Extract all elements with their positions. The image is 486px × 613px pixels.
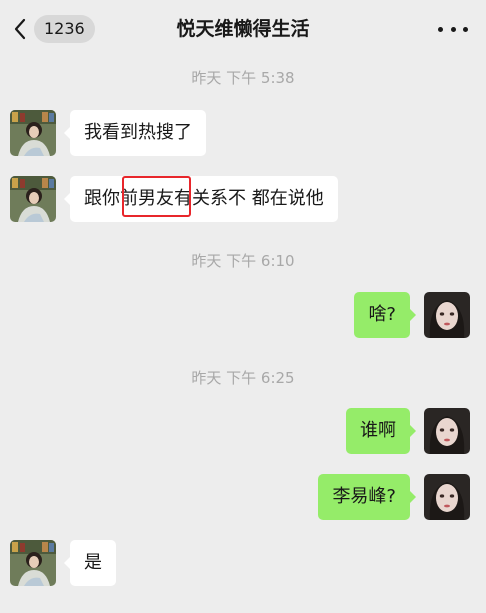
message-bubble-received[interactable]: 我看到热搜了 <box>64 110 206 156</box>
timestamp: 昨天 下午 6:25 <box>191 369 295 387</box>
message-bubble-sent[interactable]: 谁啊 <box>346 408 416 454</box>
message-bubble-received[interactable]: 是 <box>64 540 116 586</box>
contact-avatar[interactable] <box>10 540 56 586</box>
more-options-icon[interactable] <box>438 18 468 40</box>
message-bubble-sent[interactable]: 啥? <box>354 292 416 338</box>
highlight-annotation-box <box>122 176 191 217</box>
message-bubble-sent[interactable]: 李易峰? <box>318 474 416 520</box>
self-avatar[interactable] <box>424 474 470 520</box>
chat-title: 悦天维懒得生活 <box>176 18 310 40</box>
contact-avatar[interactable] <box>10 110 56 156</box>
self-avatar[interactable] <box>424 292 470 338</box>
timestamp: 昨天 下午 5:38 <box>191 69 295 87</box>
self-avatar[interactable] <box>424 408 470 454</box>
timestamp: 昨天 下午 6:10 <box>191 252 295 270</box>
chat-header: 1236 悦天维懒得生活 <box>0 0 486 58</box>
contact-avatar[interactable] <box>10 176 56 222</box>
message-bubble-received[interactable]: 跟你前男友有关系不 都在说他 <box>64 176 338 222</box>
